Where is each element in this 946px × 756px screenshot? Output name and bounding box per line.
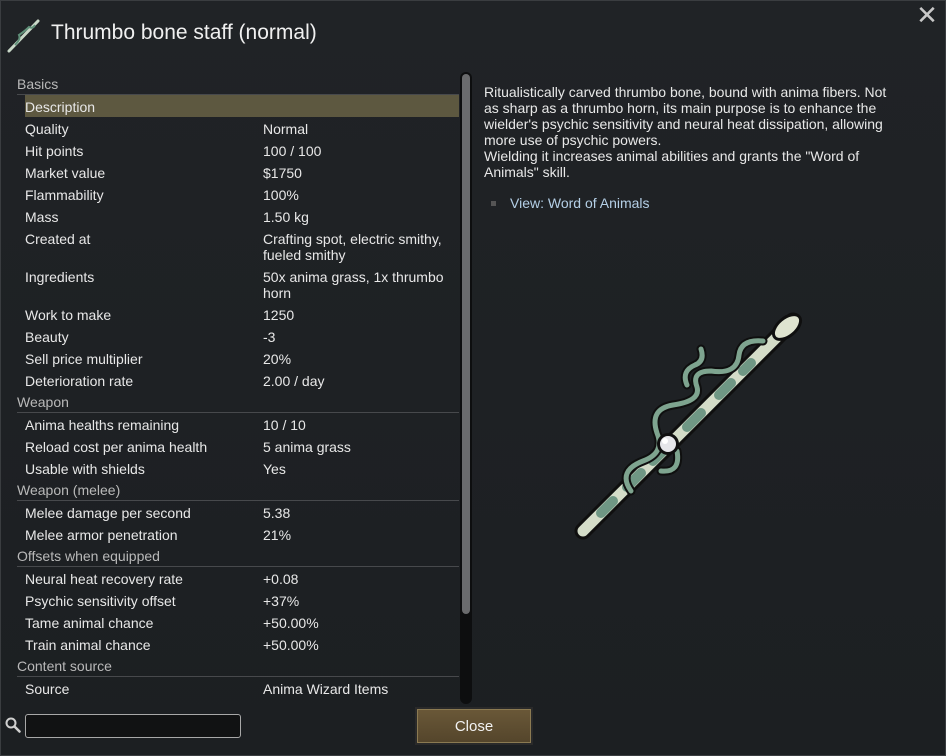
- stat-row-description[interactable]: Description: [25, 95, 459, 117]
- staff-image: [574, 312, 803, 540]
- stat-value: 5 anima grass: [263, 439, 351, 455]
- stat-row-tame-animal[interactable]: Tame animal chance +50.00%: [25, 611, 459, 633]
- stat-row-quality[interactable]: Quality Normal: [25, 117, 459, 139]
- stat-label: Hit points: [25, 143, 84, 159]
- stat-label: Reload cost per anima health: [25, 439, 208, 455]
- stat-value: 1250: [263, 307, 295, 323]
- stats-scrollbar[interactable]: [460, 72, 472, 704]
- stat-row-source[interactable]: Source Anima Wizard Items: [25, 677, 459, 699]
- stat-label: Psychic sensitivity offset: [25, 593, 176, 609]
- close-button[interactable]: Close: [415, 707, 533, 745]
- stat-label: Anima healths remaining: [25, 417, 180, 433]
- stats-list[interactable]: Basics Description Quality Normal Hit po…: [17, 73, 459, 713]
- stat-label: Neural heat recovery rate: [25, 571, 183, 587]
- stat-row-psychic-sensitivity[interactable]: Psychic sensitivity offset +37%: [25, 589, 459, 611]
- stat-row-reload-cost[interactable]: Reload cost per anima health 5 anima gra…: [25, 435, 459, 457]
- stat-row-neural-heat[interactable]: Neural heat recovery rate +0.08: [25, 567, 459, 589]
- page-title: Thrumbo bone staff (normal): [51, 21, 317, 44]
- search-input[interactable]: [25, 714, 241, 738]
- stat-label: Ingredients: [25, 269, 95, 285]
- stat-row-flammability[interactable]: Flammability 100%: [25, 183, 459, 205]
- section-header-melee: Weapon (melee): [17, 479, 459, 501]
- stat-row-melee-dps[interactable]: Melee damage per second 5.38: [25, 501, 459, 523]
- stat-row-work-to-make[interactable]: Work to make 1250: [25, 303, 459, 325]
- stat-value: 5.38: [263, 505, 291, 521]
- stat-value: +0.08: [263, 571, 299, 587]
- stat-label: Beauty: [25, 329, 69, 345]
- stat-label: Quality: [25, 121, 69, 137]
- staff-icon: [7, 19, 40, 53]
- stat-label: Deterioration rate: [25, 373, 134, 389]
- stat-value: Anima Wizard Items: [263, 681, 389, 697]
- stat-value: Crafting spot, electric smithy, fueled s…: [263, 231, 442, 263]
- stat-row-beauty[interactable]: Beauty -3: [25, 325, 459, 347]
- stat-label: Source: [25, 681, 70, 697]
- stat-value: 100%: [263, 187, 299, 203]
- stat-value: Yes: [263, 461, 286, 477]
- stat-value: +37%: [263, 593, 300, 609]
- stat-label: Work to make: [25, 307, 112, 323]
- stat-label: Melee damage per second: [25, 505, 191, 521]
- stat-row-hit-points[interactable]: Hit points 100 / 100: [25, 139, 459, 161]
- stat-value: [263, 95, 459, 117]
- stat-value: 20%: [263, 351, 292, 367]
- scrollbar-thumb[interactable]: [462, 74, 470, 614]
- stat-label: Sell price multiplier: [25, 351, 143, 367]
- stat-value: 10 / 10: [263, 417, 306, 433]
- item-description: Ritualistically carved thrumbo bone, bou…: [484, 84, 887, 180]
- stat-label: Flammability: [25, 187, 104, 203]
- hyperlink-row[interactable]: View: Word of Animals: [491, 195, 650, 211]
- stat-value: +50.00%: [263, 637, 319, 653]
- stat-label: Created at: [25, 231, 91, 247]
- stat-value: +50.00%: [263, 615, 319, 631]
- section-header-basics: Basics: [17, 73, 459, 95]
- stat-label: Tame animal chance: [25, 615, 154, 631]
- stat-value: -3: [263, 329, 276, 345]
- stat-value: 1.50 kg: [263, 209, 309, 225]
- stat-row-market-value[interactable]: Market value $1750: [25, 161, 459, 183]
- stat-row-created-at[interactable]: Created at Crafting spot, electric smith…: [25, 227, 459, 265]
- stat-row-melee-armor-pen[interactable]: Melee armor penetration 21%: [25, 523, 459, 545]
- bullet-icon: [491, 200, 496, 206]
- stat-row-train-animal[interactable]: Train animal chance +50.00%: [25, 633, 459, 655]
- stat-row-ingredients[interactable]: Ingredients 50x anima grass, 1x thrumbo …: [25, 265, 459, 303]
- stat-row-usable-with-shields[interactable]: Usable with shields Yes: [25, 457, 459, 479]
- stat-label: Description: [25, 99, 96, 115]
- stat-row-sell-price-multiplier[interactable]: Sell price multiplier 20%: [25, 347, 459, 369]
- stat-row-anima-healths[interactable]: Anima healths remaining 10 / 10: [25, 413, 459, 435]
- stat-label: Train animal chance: [25, 637, 151, 653]
- stat-row-mass[interactable]: Mass 1.50 kg: [25, 205, 459, 227]
- stat-value: 50x anima grass, 1x thrumbo horn: [263, 269, 444, 301]
- stat-value: $1750: [263, 165, 302, 181]
- stat-value: 2.00 / day: [263, 373, 325, 389]
- stat-value: 100 / 100: [263, 143, 322, 159]
- search-icon: [5, 717, 21, 733]
- section-header-content-source: Content source: [17, 655, 459, 677]
- stat-row-deterioration-rate[interactable]: Deterioration rate 2.00 / day: [25, 369, 459, 391]
- close-x-icon[interactable]: ✕: [915, 2, 939, 28]
- stat-label: Market value: [25, 165, 106, 181]
- item-info-window: ✕ Thrumbo bone staff (normal) Basics Des…: [0, 0, 946, 756]
- stat-value: 21%: [263, 527, 292, 543]
- view-word-of-animals-link[interactable]: View: Word of Animals: [510, 195, 650, 211]
- stat-label: Melee armor penetration: [25, 527, 178, 543]
- stat-label: Mass: [25, 209, 59, 225]
- stat-value: Normal: [263, 121, 309, 137]
- section-header-weapon: Weapon: [17, 391, 459, 413]
- stat-label: Usable with shields: [25, 461, 145, 477]
- section-header-offsets: Offsets when equipped: [17, 545, 459, 567]
